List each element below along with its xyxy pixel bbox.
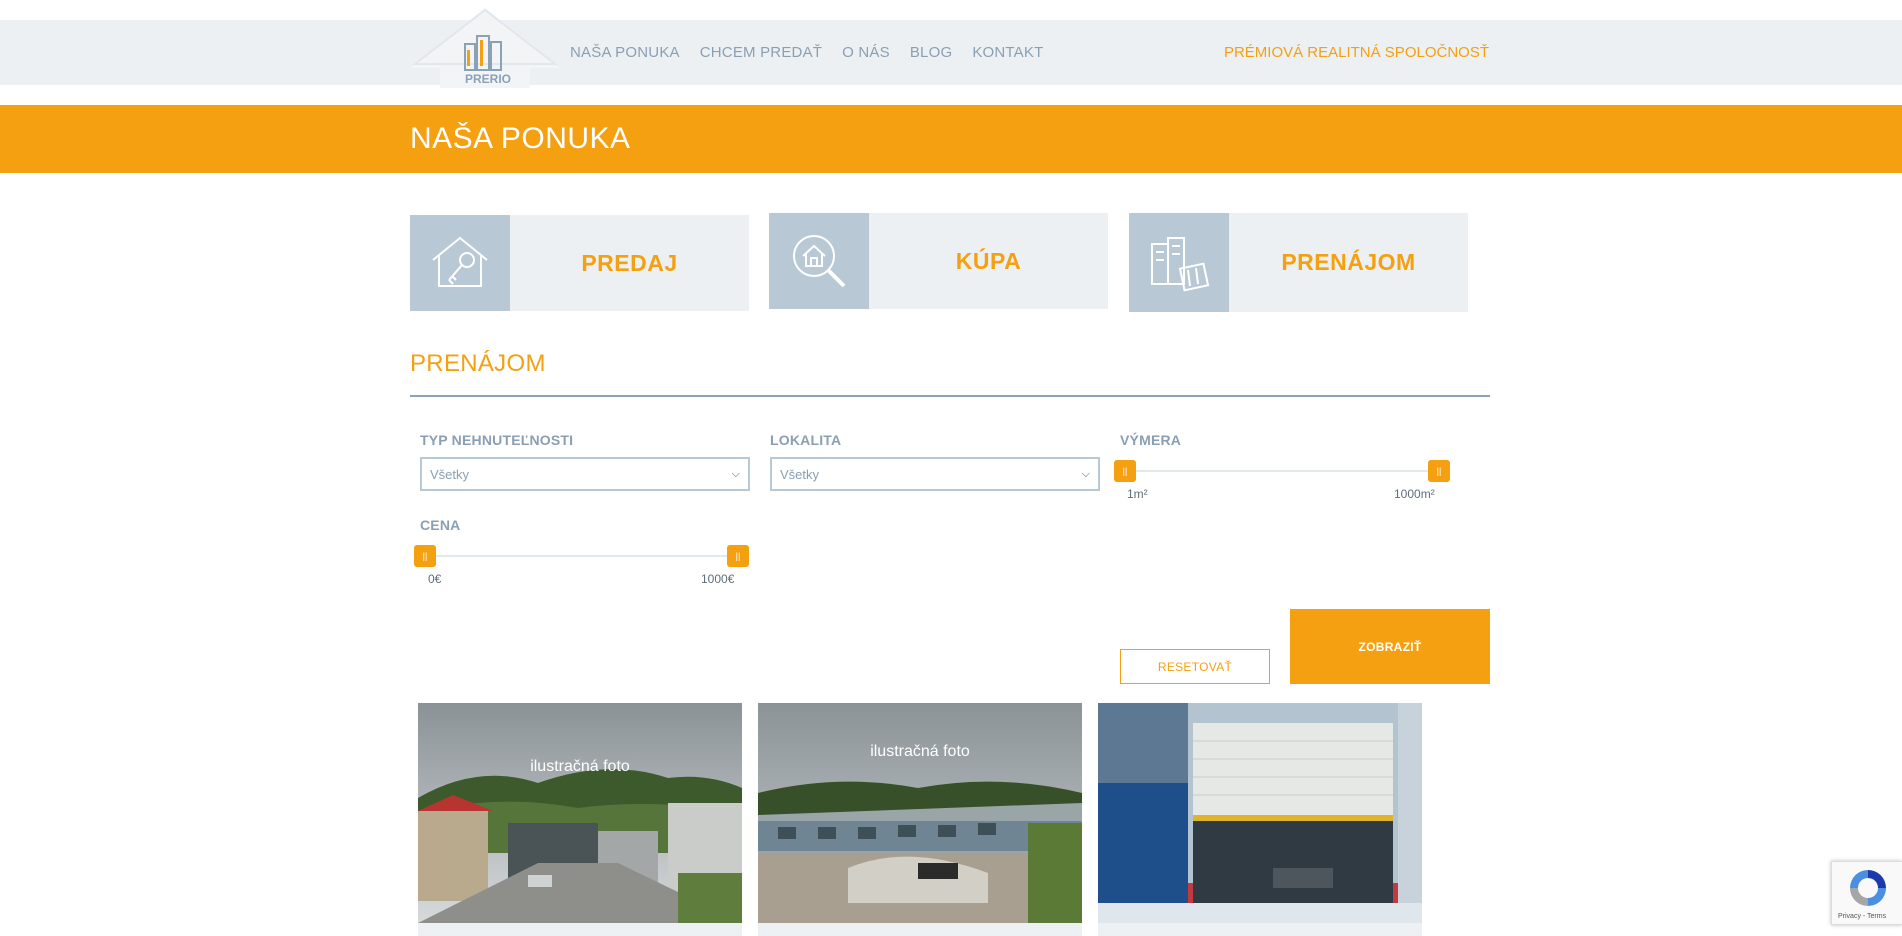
nav-o-nas[interactable]: O NÁS (842, 44, 890, 61)
section-title: PRENÁJOM (410, 350, 546, 377)
area-label: VÝMERA (1120, 432, 1182, 448)
recaptcha-icon (1850, 870, 1886, 906)
recaptcha-badge[interactable]: Privacy - Terms (1831, 861, 1902, 925)
header-tagline: PRÉMIOVÁ REALITNÁ SPOLOČNOSŤ (1223, 44, 1489, 61)
title-band: NAŠA PONUKA (0, 105, 1902, 173)
logo-text: PRERIO (465, 72, 511, 86)
area-slider-min-handle[interactable]: || (1114, 460, 1136, 482)
tile-predaj[interactable]: PREDAJ (410, 215, 749, 311)
price-slider-track[interactable] (430, 555, 740, 557)
chevron-down-icon: ⌵ (1081, 467, 1090, 480)
house-key-icon (410, 215, 510, 311)
price-slider-min-handle[interactable]: || (414, 545, 436, 567)
listing-card-footer (1098, 923, 1422, 936)
nav-chcem-predat[interactable]: CHCEM PREDAŤ (700, 44, 822, 61)
logo[interactable]: PRERIO (410, 0, 560, 88)
area-min-value: 1m² (1127, 487, 1148, 501)
price-min-value: 0€ (428, 572, 442, 586)
location-select-value: Všetky (780, 466, 820, 482)
buildings-rent-icon (1129, 213, 1229, 312)
reset-button[interactable]: RESETOVAŤ (1120, 649, 1270, 684)
area-slider-max-handle[interactable]: || (1428, 460, 1450, 482)
tile-label: PREDAJ (581, 249, 678, 276)
listing-photo-3[interactable] (1098, 703, 1422, 923)
type-select[interactable]: Všetky ⌵ (420, 457, 750, 491)
type-label: TYP NEHNUTEĽNOSTI (420, 432, 574, 448)
show-button[interactable]: ZOBRAZIŤ (1290, 609, 1490, 684)
tile-label: PRENÁJOM (1281, 249, 1416, 275)
section-divider (410, 395, 1490, 397)
house-search-icon (769, 213, 869, 309)
listing-photo-2[interactable]: ilustračná foto (758, 703, 1082, 923)
area-max-value: 1000m² (1394, 487, 1435, 501)
nav-nasa-ponuka[interactable]: NAŠA PONUKA (570, 44, 680, 61)
price-slider-max-handle[interactable]: || (727, 545, 749, 567)
photo-caption: ilustračná foto (870, 743, 970, 760)
area-slider-track[interactable] (1130, 470, 1440, 472)
tile-prenajom[interactable]: PRENÁJOM (1129, 213, 1468, 312)
listing-card-footer (758, 923, 1082, 936)
location-label: LOKALITA (770, 432, 842, 448)
main-nav: NAŠA PONUKA CHCEM PREDAŤ O NÁS BLOG KONT… (570, 20, 1043, 85)
listing-card-footer (418, 923, 742, 936)
listing-photo-1[interactable]: ilustračná foto (418, 703, 742, 923)
price-label: CENA (420, 517, 461, 533)
recaptcha-text[interactable]: Privacy - Terms (1838, 913, 1886, 920)
nav-kontakt[interactable]: KONTAKT (972, 44, 1043, 61)
tile-kupa[interactable]: KÚPA (769, 213, 1108, 309)
page-title: NAŠA PONUKA (410, 122, 631, 155)
page: PRERIO NAŠA PONUKA CHCEM PREDAŤ O NÁS BL… (0, 0, 1902, 936)
tile-label: KÚPA (955, 247, 1022, 274)
type-select-value: Všetky (430, 466, 470, 482)
price-max-value: 1000€ (701, 572, 735, 586)
location-select[interactable]: Všetky ⌵ (770, 457, 1100, 491)
photo-caption: ilustračná foto (530, 758, 630, 775)
nav-blog[interactable]: BLOG (910, 44, 952, 61)
chevron-down-icon: ⌵ (731, 467, 740, 480)
